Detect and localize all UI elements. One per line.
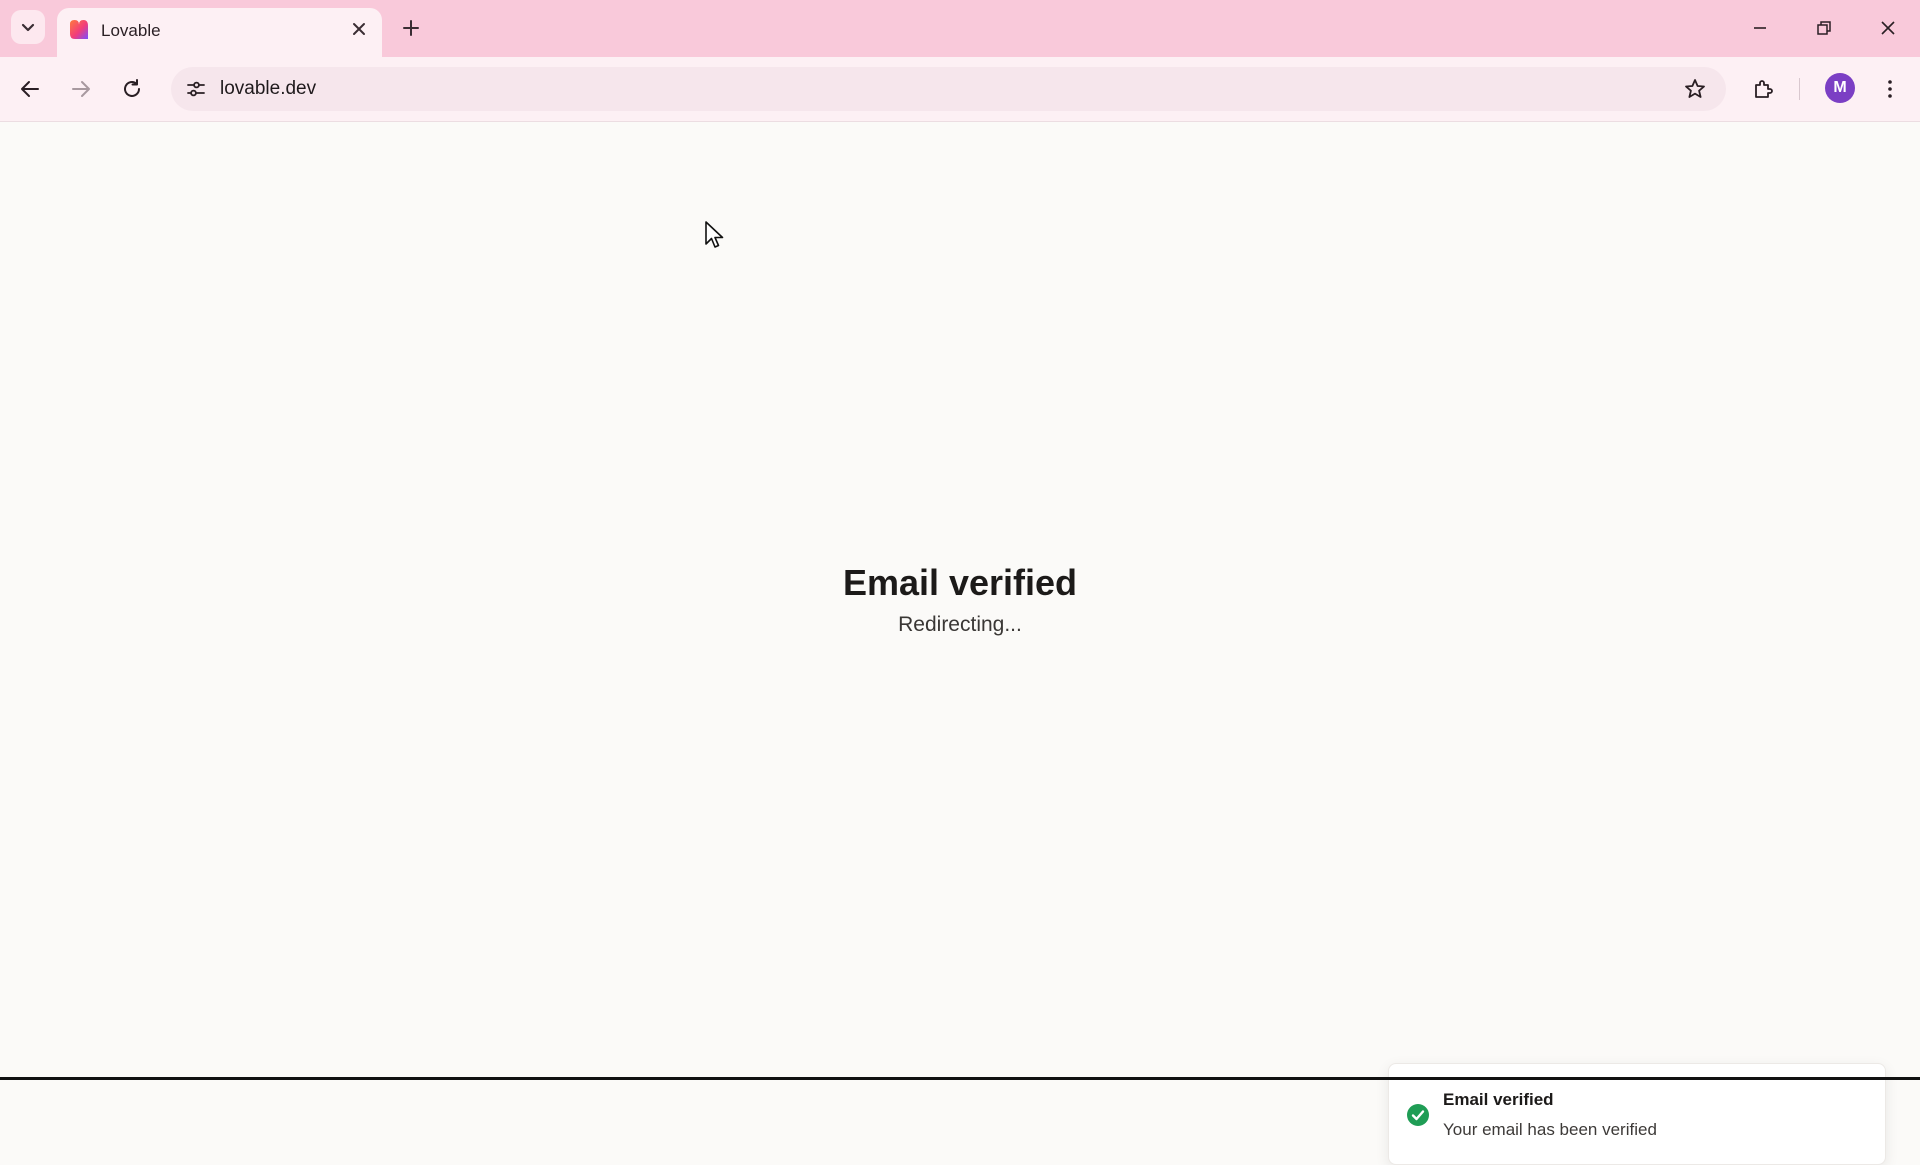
- bookmark-button[interactable]: [1678, 72, 1712, 106]
- site-info-button[interactable]: [179, 72, 213, 106]
- address-bar[interactable]: lovable.dev: [171, 67, 1726, 111]
- mouse-cursor-icon: [705, 221, 724, 248]
- forward-button[interactable]: [63, 71, 99, 107]
- profile-avatar[interactable]: M: [1825, 73, 1855, 103]
- plus-icon: [403, 20, 419, 36]
- back-button[interactable]: [12, 71, 48, 107]
- reload-icon: [124, 79, 140, 97]
- tab-title: Lovable: [101, 21, 161, 40]
- tab-strip: Lovable: [0, 0, 1920, 58]
- toolbar-divider: [1799, 78, 1800, 100]
- active-tab[interactable]: Lovable: [57, 8, 382, 58]
- close-icon: [1881, 21, 1895, 35]
- reload-button[interactable]: [114, 71, 150, 107]
- tune-icon: [187, 81, 205, 97]
- minimize-button[interactable]: [1740, 10, 1780, 46]
- extensions-button[interactable]: [1745, 70, 1783, 108]
- lovable-logo-icon: [70, 20, 88, 39]
- redirect-status: Redirecting...: [898, 613, 1022, 636]
- puzzle-icon: [1755, 80, 1773, 98]
- arrow-left-icon: [21, 81, 39, 97]
- check-circle-icon: [1407, 1104, 1429, 1126]
- window-close-button[interactable]: [1868, 10, 1908, 46]
- page-title: Email verified: [842, 562, 1078, 603]
- star-icon: [1685, 79, 1705, 98]
- url-text[interactable]: lovable.dev: [220, 78, 316, 100]
- restore-button[interactable]: [1804, 10, 1844, 46]
- toast-title: Email verified: [1443, 1090, 1554, 1109]
- tab-search-button[interactable]: [11, 10, 45, 44]
- restore-icon: [1817, 21, 1831, 35]
- chevron-down-icon: [21, 23, 35, 32]
- new-tab-button[interactable]: [396, 13, 426, 43]
- tab-close-button[interactable]: [346, 16, 372, 42]
- close-icon: [353, 23, 365, 35]
- browser-menu-button[interactable]: [1871, 70, 1909, 108]
- browser-toolbar: lovable.dev: [0, 57, 1920, 122]
- toast-description: Your email has been verified: [1443, 1120, 1657, 1139]
- minimize-icon: [1754, 27, 1766, 29]
- more-vertical-icon: [1888, 80, 1892, 98]
- page-content: Email verified Redirecting... Email veri…: [0, 122, 1920, 1165]
- arrow-right-icon: [72, 81, 90, 97]
